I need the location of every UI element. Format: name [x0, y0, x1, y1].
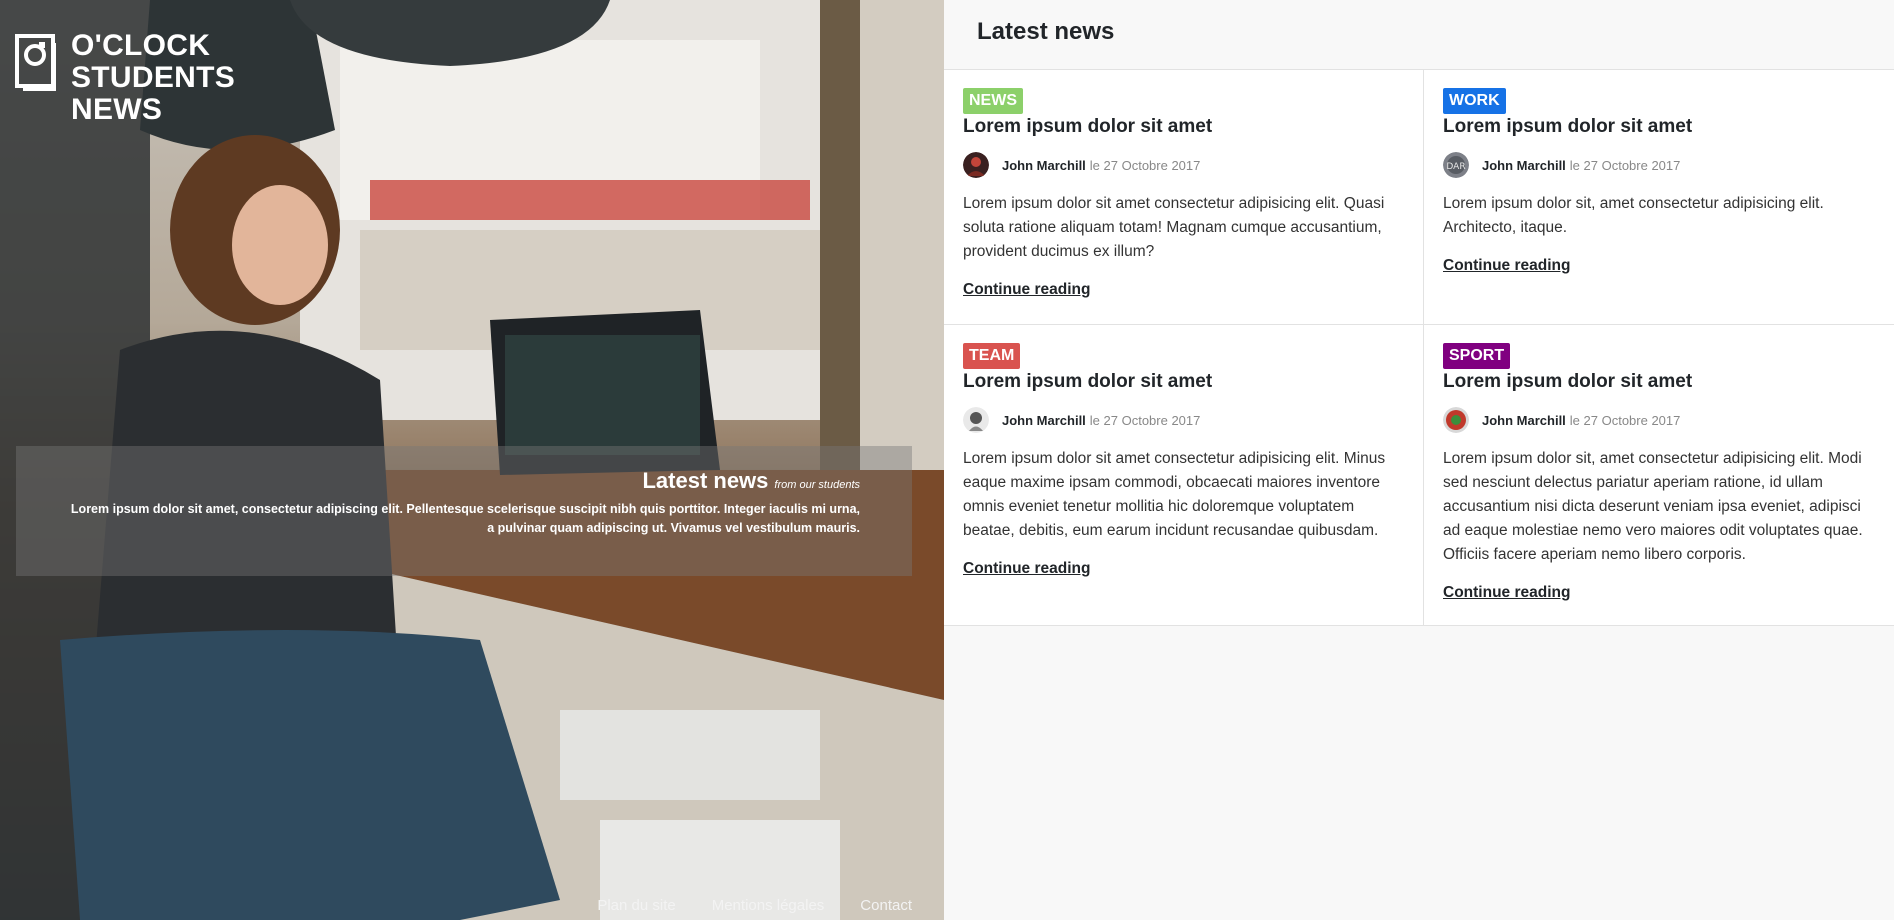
news-header: Latest news	[944, 0, 1894, 69]
article-meta: DAR John Marchill le 27 Octobre 2017	[1443, 152, 1875, 178]
hero-caption: Latest news from our students Lorem ipsum…	[16, 446, 912, 576]
continue-reading-link[interactable]: Continue reading	[963, 281, 1090, 299]
article-title[interactable]: Lorem ipsum dolor sit amet	[963, 371, 1404, 393]
article-date: le 27 Octobre 2017	[1569, 157, 1681, 173]
article-title[interactable]: Lorem ipsum dolor sit amet	[1443, 116, 1875, 138]
continue-reading-link[interactable]: Continue reading	[1443, 257, 1570, 275]
category-badge[interactable]: TEAM	[963, 343, 1021, 369]
avatar	[1443, 407, 1469, 433]
author-name[interactable]: John Marchill	[1482, 158, 1566, 173]
brand-name: O'CLOCK STUDENTS NEWS	[71, 30, 235, 126]
avatar	[963, 407, 989, 433]
section-title: Latest news	[977, 18, 1115, 45]
article-card: SPORT Lorem ipsum dolor sit amet John Ma…	[1423, 324, 1894, 626]
article-date: le 27 Octobre 2017	[1569, 412, 1681, 428]
caption-subtitle: from our students	[774, 479, 860, 491]
footer-link-contact[interactable]: Contact	[860, 897, 912, 914]
article-date: le 27 Octobre 2017	[1089, 412, 1201, 428]
footer-nav: Plan du site Mentions légales Contact	[597, 897, 912, 914]
article-date: le 27 Octobre 2017	[1089, 157, 1201, 173]
article-card: NEWS Lorem ipsum dolor sit amet John Mar…	[944, 69, 1423, 324]
news-section: Latest news NEWS Lorem ipsum dolor sit a…	[944, 0, 1894, 920]
articles-grid: NEWS Lorem ipsum dolor sit amet John Mar…	[944, 69, 1894, 626]
article-meta: John Marchill le 27 Octobre 2017	[963, 407, 1404, 433]
article-card: TEAM Lorem ipsum dolor sit amet John Mar…	[944, 324, 1423, 626]
category-badge[interactable]: SPORT	[1443, 343, 1511, 369]
article-card: WORK Lorem ipsum dolor sit amet DAR John…	[1423, 69, 1894, 324]
svg-text:DAR: DAR	[1446, 162, 1465, 172]
avatar: DAR	[1443, 152, 1469, 178]
article-title[interactable]: Lorem ipsum dolor sit amet	[963, 116, 1404, 138]
caption-title: Latest news	[642, 468, 769, 493]
author-name[interactable]: John Marchill	[1002, 158, 1086, 173]
category-badge[interactable]: NEWS	[963, 88, 1023, 114]
caption-body: Lorem ipsum dolor sit amet, consectetur …	[70, 502, 860, 535]
hero-section: O'CLOCK STUDENTS NEWS Latest news from ou…	[0, 0, 944, 920]
article-meta: John Marchill le 27 Octobre 2017	[963, 152, 1404, 178]
continue-reading-link[interactable]: Continue reading	[1443, 584, 1570, 602]
avatar	[963, 152, 989, 178]
article-excerpt: Lorem ipsum dolor sit amet consectetur a…	[963, 450, 1386, 539]
brand-line-2: STUDENTS	[71, 61, 236, 94]
continue-reading-link[interactable]: Continue reading	[963, 560, 1090, 578]
logo-icon	[15, 34, 56, 91]
article-excerpt: Lorem ipsum dolor sit, amet consectetur …	[1443, 195, 1824, 236]
brand-line-1: O'CLOCK	[71, 29, 211, 62]
author-name[interactable]: John Marchill	[1482, 413, 1566, 428]
article-excerpt: Lorem ipsum dolor sit, amet consectetur …	[1443, 450, 1863, 563]
site-logo[interactable]: O'CLOCK STUDENTS NEWS	[15, 30, 235, 126]
footer-link-sitemap[interactable]: Plan du site	[597, 897, 675, 914]
brand-line-3: NEWS	[71, 93, 163, 126]
footer-link-legal[interactable]: Mentions légales	[712, 897, 825, 914]
category-badge[interactable]: WORK	[1443, 88, 1506, 114]
author-name[interactable]: John Marchill	[1002, 413, 1086, 428]
article-title[interactable]: Lorem ipsum dolor sit amet	[1443, 371, 1875, 393]
article-meta: John Marchill le 27 Octobre 2017	[1443, 407, 1875, 433]
article-excerpt: Lorem ipsum dolor sit amet consectetur a…	[963, 195, 1385, 260]
